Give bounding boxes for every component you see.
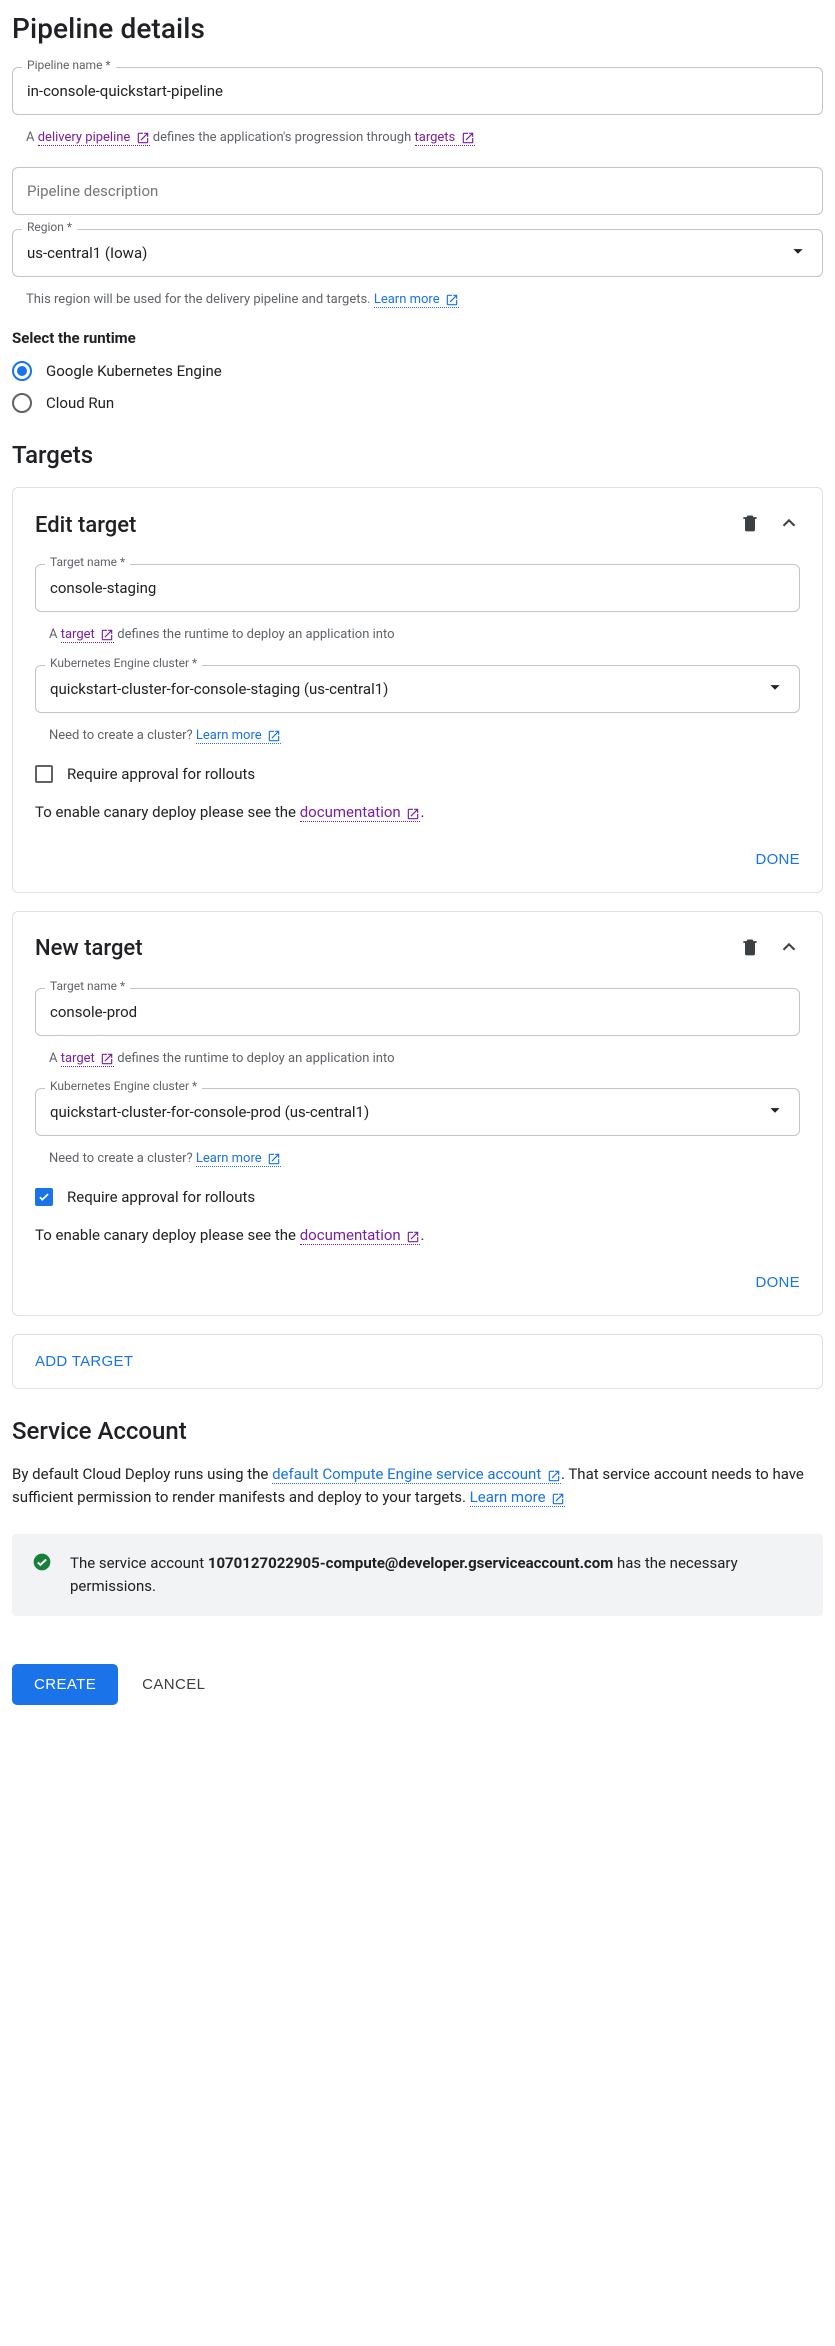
canary-doc-link[interactable]: documentation bbox=[300, 803, 421, 822]
service-account-heading: Service Account bbox=[12, 1417, 823, 1445]
approval-checkbox-label: Require approval for rollouts bbox=[67, 1188, 255, 1206]
cluster-helper: Need to create a cluster? Learn more bbox=[49, 727, 800, 745]
create-button[interactable]: CREATE bbox=[12, 1664, 118, 1705]
cluster-learn-more-link[interactable]: Learn more bbox=[196, 1151, 281, 1167]
region-helper: This region will be used for the deliver… bbox=[26, 291, 823, 309]
service-account-notice: The service account 1070127022905-comput… bbox=[12, 1534, 823, 1617]
pipeline-name-label: Pipeline name * bbox=[22, 58, 116, 72]
add-target-card: ADD TARGET bbox=[12, 1334, 823, 1389]
external-link-icon bbox=[445, 293, 459, 307]
region-label: Region * bbox=[22, 220, 77, 234]
runtime-option-label: Cloud Run bbox=[46, 394, 114, 412]
pipeline-description-input[interactable] bbox=[12, 167, 823, 215]
target-name-field: Target name * bbox=[35, 988, 800, 1036]
done-button[interactable]: DONE bbox=[755, 851, 800, 868]
trash-icon bbox=[740, 513, 760, 533]
target-name-label: Target name * bbox=[45, 555, 130, 569]
runtime-option-gke[interactable]: Google Kubernetes Engine bbox=[12, 361, 823, 381]
target-help-link[interactable]: target bbox=[61, 1051, 114, 1067]
checkbox-unchecked-icon bbox=[35, 765, 53, 783]
collapse-target-button[interactable] bbox=[778, 936, 800, 962]
trash-icon bbox=[740, 937, 760, 957]
external-link-icon bbox=[547, 1469, 561, 1483]
external-link-icon bbox=[406, 807, 420, 821]
cluster-field: Kubernetes Engine cluster * quickstart-c… bbox=[35, 665, 800, 713]
delivery-pipeline-link[interactable]: delivery pipeline bbox=[38, 130, 150, 146]
cluster-label: Kubernetes Engine cluster * bbox=[45, 1079, 202, 1093]
target-card-title: New target bbox=[35, 936, 722, 961]
radio-unchecked-icon bbox=[12, 393, 32, 413]
cluster-helper: Need to create a cluster? Learn more bbox=[49, 1150, 800, 1168]
region-field: Region * us-central1 (Iowa) bbox=[12, 229, 823, 277]
chevron-up-icon bbox=[778, 936, 800, 958]
runtime-option-label: Google Kubernetes Engine bbox=[46, 362, 222, 380]
pipeline-name-helper: A delivery pipeline defines the applicat… bbox=[26, 129, 823, 147]
external-link-icon bbox=[136, 131, 150, 145]
canary-text: To enable canary deploy please see the d… bbox=[35, 803, 800, 821]
success-icon bbox=[32, 1552, 52, 1576]
canary-text: To enable canary deploy please see the d… bbox=[35, 1226, 800, 1244]
external-link-icon bbox=[100, 1052, 114, 1066]
external-link-icon bbox=[100, 628, 114, 642]
external-link-icon bbox=[461, 131, 475, 145]
action-bar: CREATE CANCEL bbox=[12, 1664, 823, 1705]
approval-checkbox-label: Require approval for rollouts bbox=[67, 765, 255, 783]
cluster-field: Kubernetes Engine cluster * quickstart-c… bbox=[35, 1088, 800, 1136]
target-name-helper: A target defines the runtime to deploy a… bbox=[49, 626, 800, 644]
target-card-title: Edit target bbox=[35, 513, 722, 538]
page-title: Pipeline details bbox=[12, 12, 823, 45]
collapse-target-button[interactable] bbox=[778, 512, 800, 538]
pipeline-name-field: Pipeline name * bbox=[12, 67, 823, 115]
external-link-icon bbox=[267, 729, 281, 743]
radio-checked-icon bbox=[12, 361, 32, 381]
targets-heading: Targets bbox=[12, 441, 823, 469]
target-name-input[interactable] bbox=[35, 988, 800, 1036]
runtime-option-cloudrun[interactable]: Cloud Run bbox=[12, 393, 823, 413]
target-name-helper: A target defines the runtime to deploy a… bbox=[49, 1050, 800, 1068]
target-name-input[interactable] bbox=[35, 564, 800, 612]
pipeline-name-input[interactable] bbox=[12, 67, 823, 115]
external-link-icon bbox=[267, 1152, 281, 1166]
external-link-icon bbox=[406, 1230, 420, 1244]
target-card-prod: New target Target name * A target define… bbox=[12, 911, 823, 1316]
region-select[interactable]: us-central1 (Iowa) bbox=[12, 229, 823, 277]
targets-link[interactable]: targets bbox=[415, 130, 475, 146]
pipeline-description-field bbox=[12, 167, 823, 215]
default-sa-link[interactable]: default Compute Engine service account bbox=[272, 1465, 561, 1484]
target-help-link[interactable]: target bbox=[61, 627, 114, 643]
checkbox-checked-icon bbox=[35, 1188, 53, 1206]
add-target-button[interactable]: ADD TARGET bbox=[35, 1353, 133, 1370]
delete-target-button[interactable] bbox=[740, 937, 760, 961]
target-card-staging: Edit target Target name * A target defin… bbox=[12, 487, 823, 892]
cluster-label: Kubernetes Engine cluster * bbox=[45, 656, 202, 670]
done-button[interactable]: DONE bbox=[755, 1274, 800, 1291]
service-account-text: By default Cloud Deploy runs using the d… bbox=[12, 1463, 823, 1510]
region-learn-more-link[interactable]: Learn more bbox=[374, 292, 459, 308]
delete-target-button[interactable] bbox=[740, 513, 760, 537]
target-name-label: Target name * bbox=[45, 979, 130, 993]
approval-checkbox-row[interactable]: Require approval for rollouts bbox=[35, 1188, 800, 1206]
canary-doc-link[interactable]: documentation bbox=[300, 1226, 421, 1245]
chevron-up-icon bbox=[778, 512, 800, 534]
cancel-button[interactable]: CANCEL bbox=[142, 1676, 205, 1693]
cluster-select[interactable]: quickstart-cluster-for-console-prod (us-… bbox=[35, 1088, 800, 1136]
runtime-heading: Select the runtime bbox=[12, 329, 823, 347]
notice-text: The service account 1070127022905-comput… bbox=[70, 1552, 803, 1599]
sa-learn-more-link[interactable]: Learn more bbox=[470, 1488, 566, 1507]
approval-checkbox-row[interactable]: Require approval for rollouts bbox=[35, 765, 800, 783]
cluster-select[interactable]: quickstart-cluster-for-console-staging (… bbox=[35, 665, 800, 713]
external-link-icon bbox=[551, 1492, 565, 1506]
target-name-field: Target name * bbox=[35, 564, 800, 612]
cluster-learn-more-link[interactable]: Learn more bbox=[196, 728, 281, 744]
